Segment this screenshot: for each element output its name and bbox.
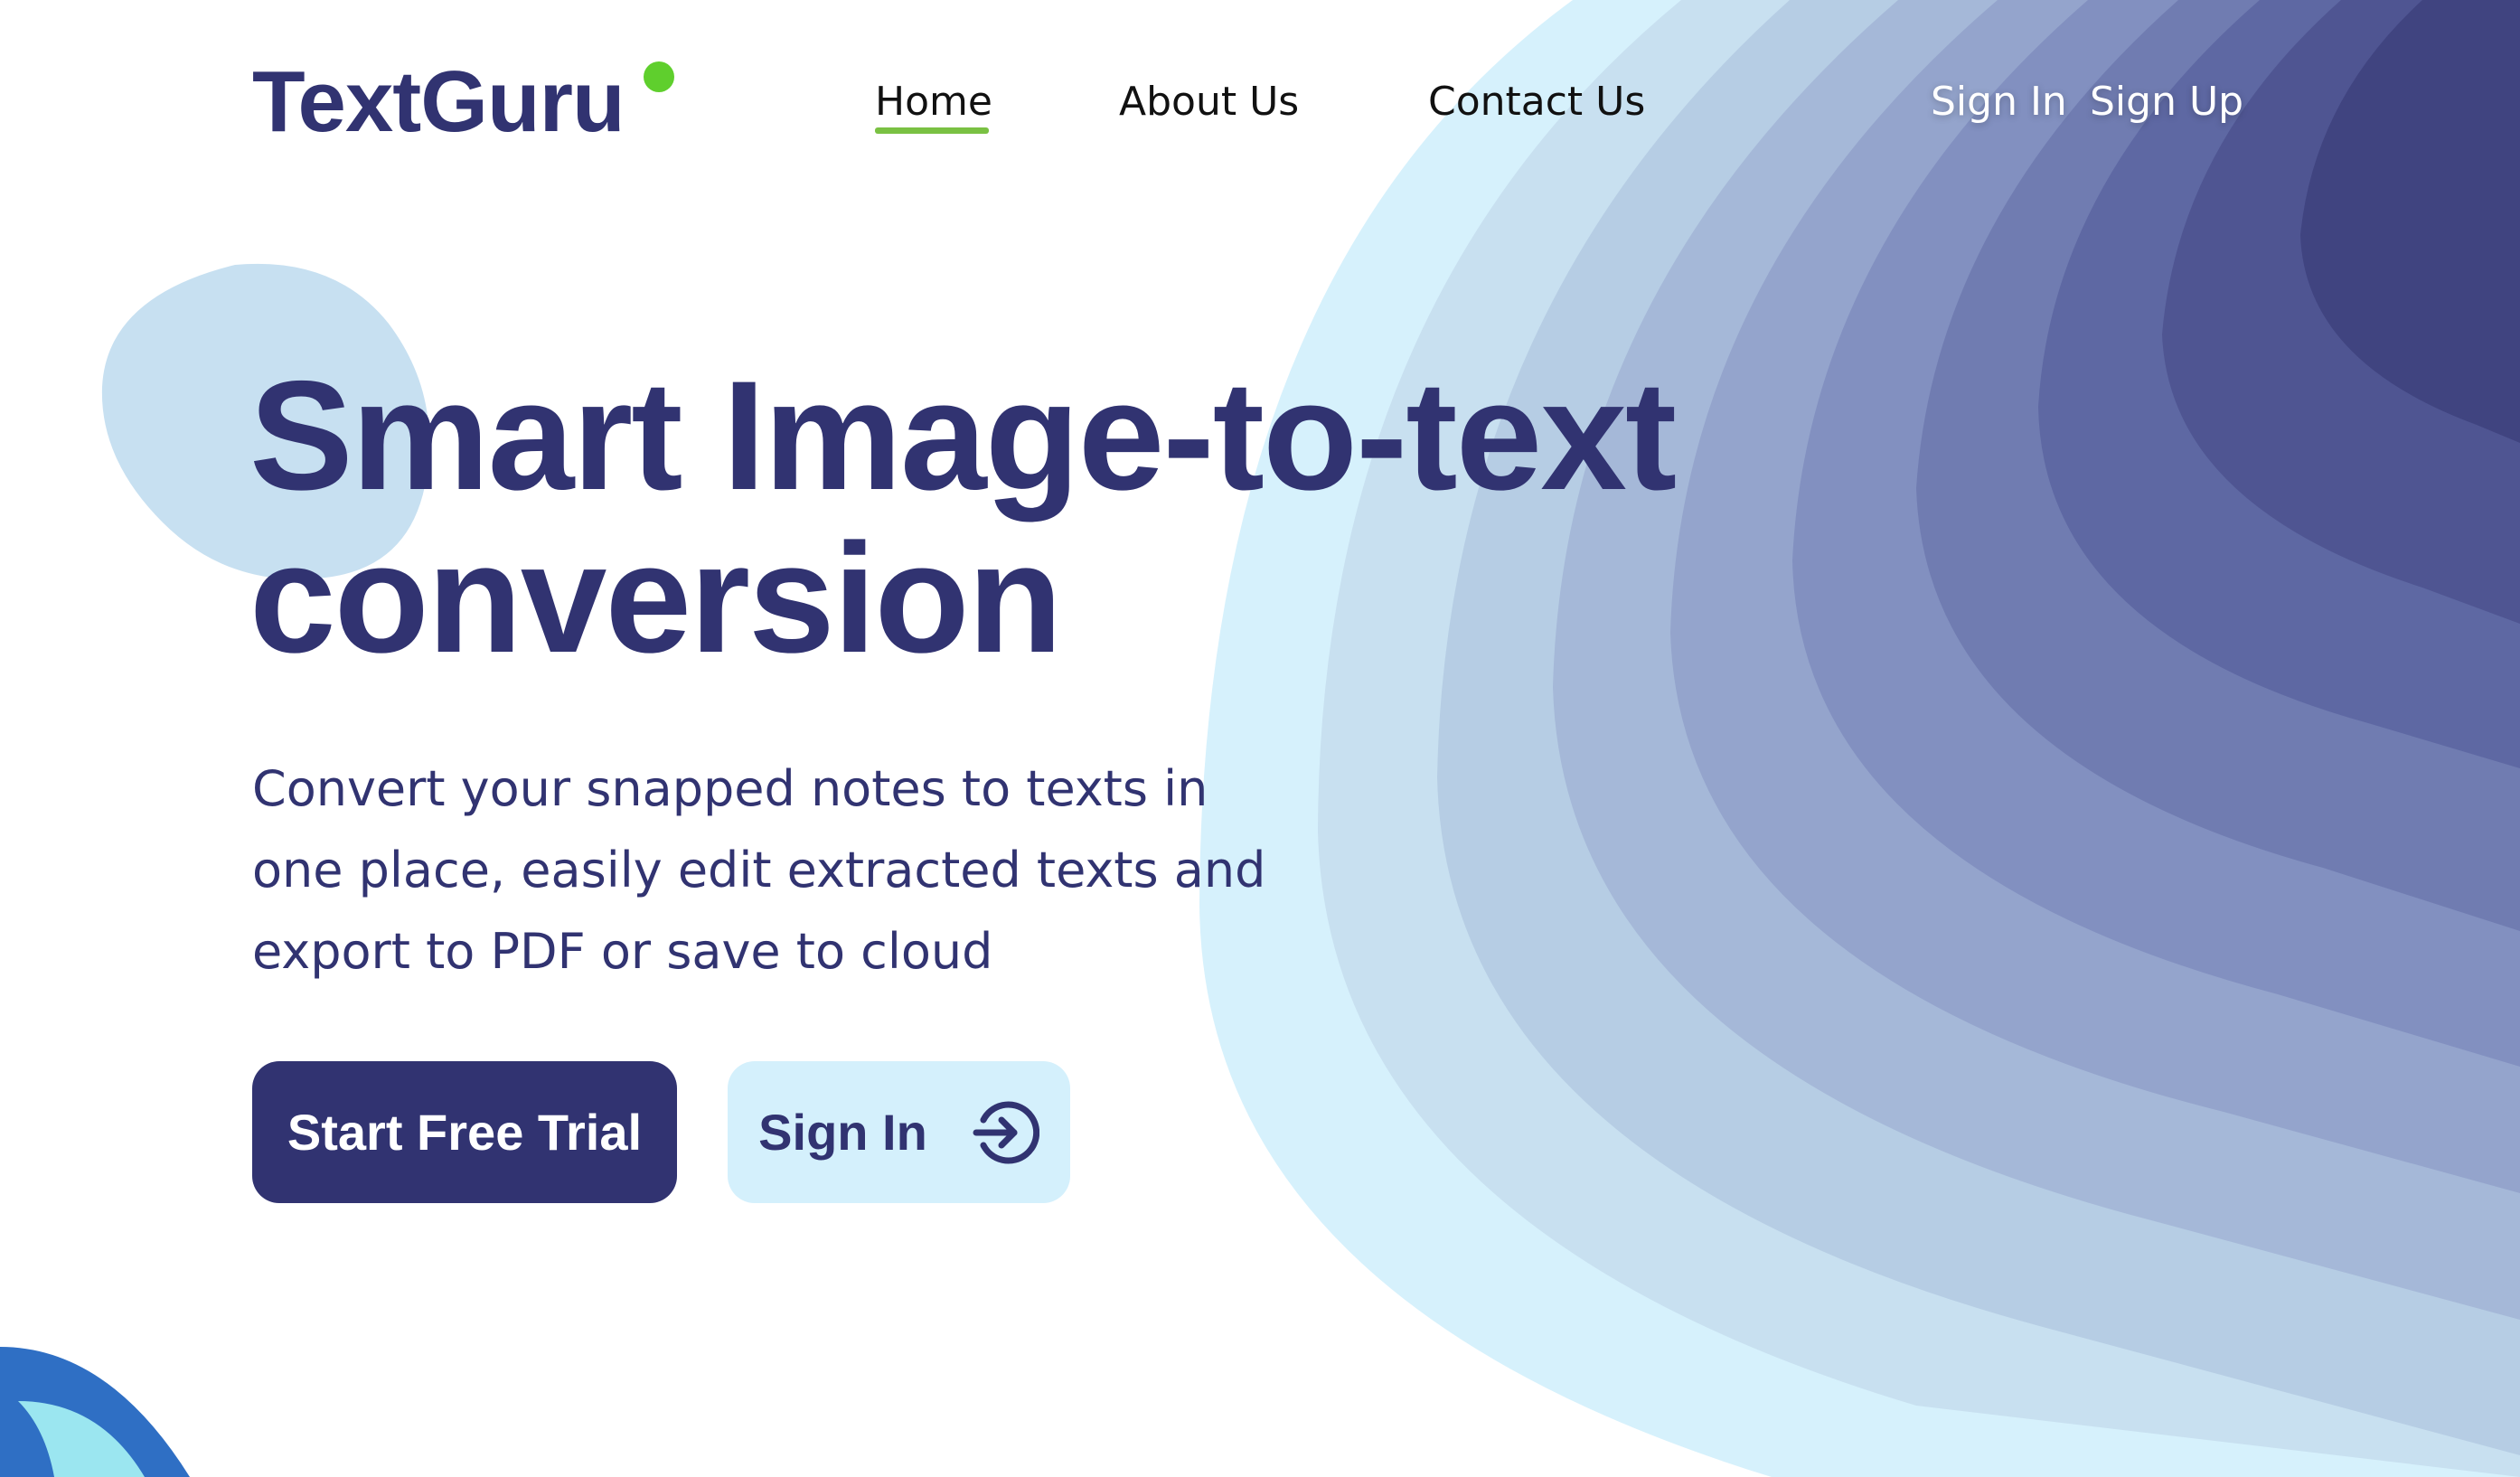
landing-page: TextGuru Home About Us Contact Us Sign I…	[0, 0, 2520, 1477]
header-sign-in-link[interactable]: Sign In	[1931, 74, 2067, 130]
start-free-trial-label: Start Free Trial	[287, 1104, 643, 1161]
brand-logo[interactable]: TextGuru	[252, 43, 625, 161]
hero-subtitle-line-1: Convert your snapped notes to texts in	[252, 760, 1208, 817]
hero-title-line-2: conversion	[249, 512, 1063, 685]
header-sign-up-link[interactable]: Sign Up	[2090, 74, 2243, 130]
hero-wave-background	[1199, 0, 2520, 1477]
corner-decoration	[0, 1347, 190, 1477]
hero-subtitle-line-2: one place, easily edit extracted texts a…	[252, 842, 1266, 898]
hero-sign-in-label: Sign In	[758, 1104, 927, 1161]
hero-subtitle-line-3: export to PDF or save to cloud	[252, 923, 993, 980]
nav-active-indicator	[875, 127, 989, 134]
hero-sign-in-button[interactable]: Sign In	[728, 1061, 1070, 1203]
nav-link-home[interactable]: Home	[875, 74, 992, 130]
start-free-trial-button[interactable]: Start Free Trial	[252, 1061, 677, 1203]
nav-link-about-us[interactable]: About Us	[1119, 74, 1299, 130]
hero-subtitle: Convert your snapped notes to texts in o…	[252, 748, 1427, 993]
sign-in-arrow-icon	[973, 1101, 1039, 1163]
logo-accent-dot	[644, 61, 674, 92]
hero-title-line-1: Smart Image-to-text	[249, 349, 1677, 522]
nav-link-contact-us[interactable]: Contact Us	[1428, 74, 1645, 130]
hero-title: Smart Image-to-text conversion	[249, 354, 1786, 680]
